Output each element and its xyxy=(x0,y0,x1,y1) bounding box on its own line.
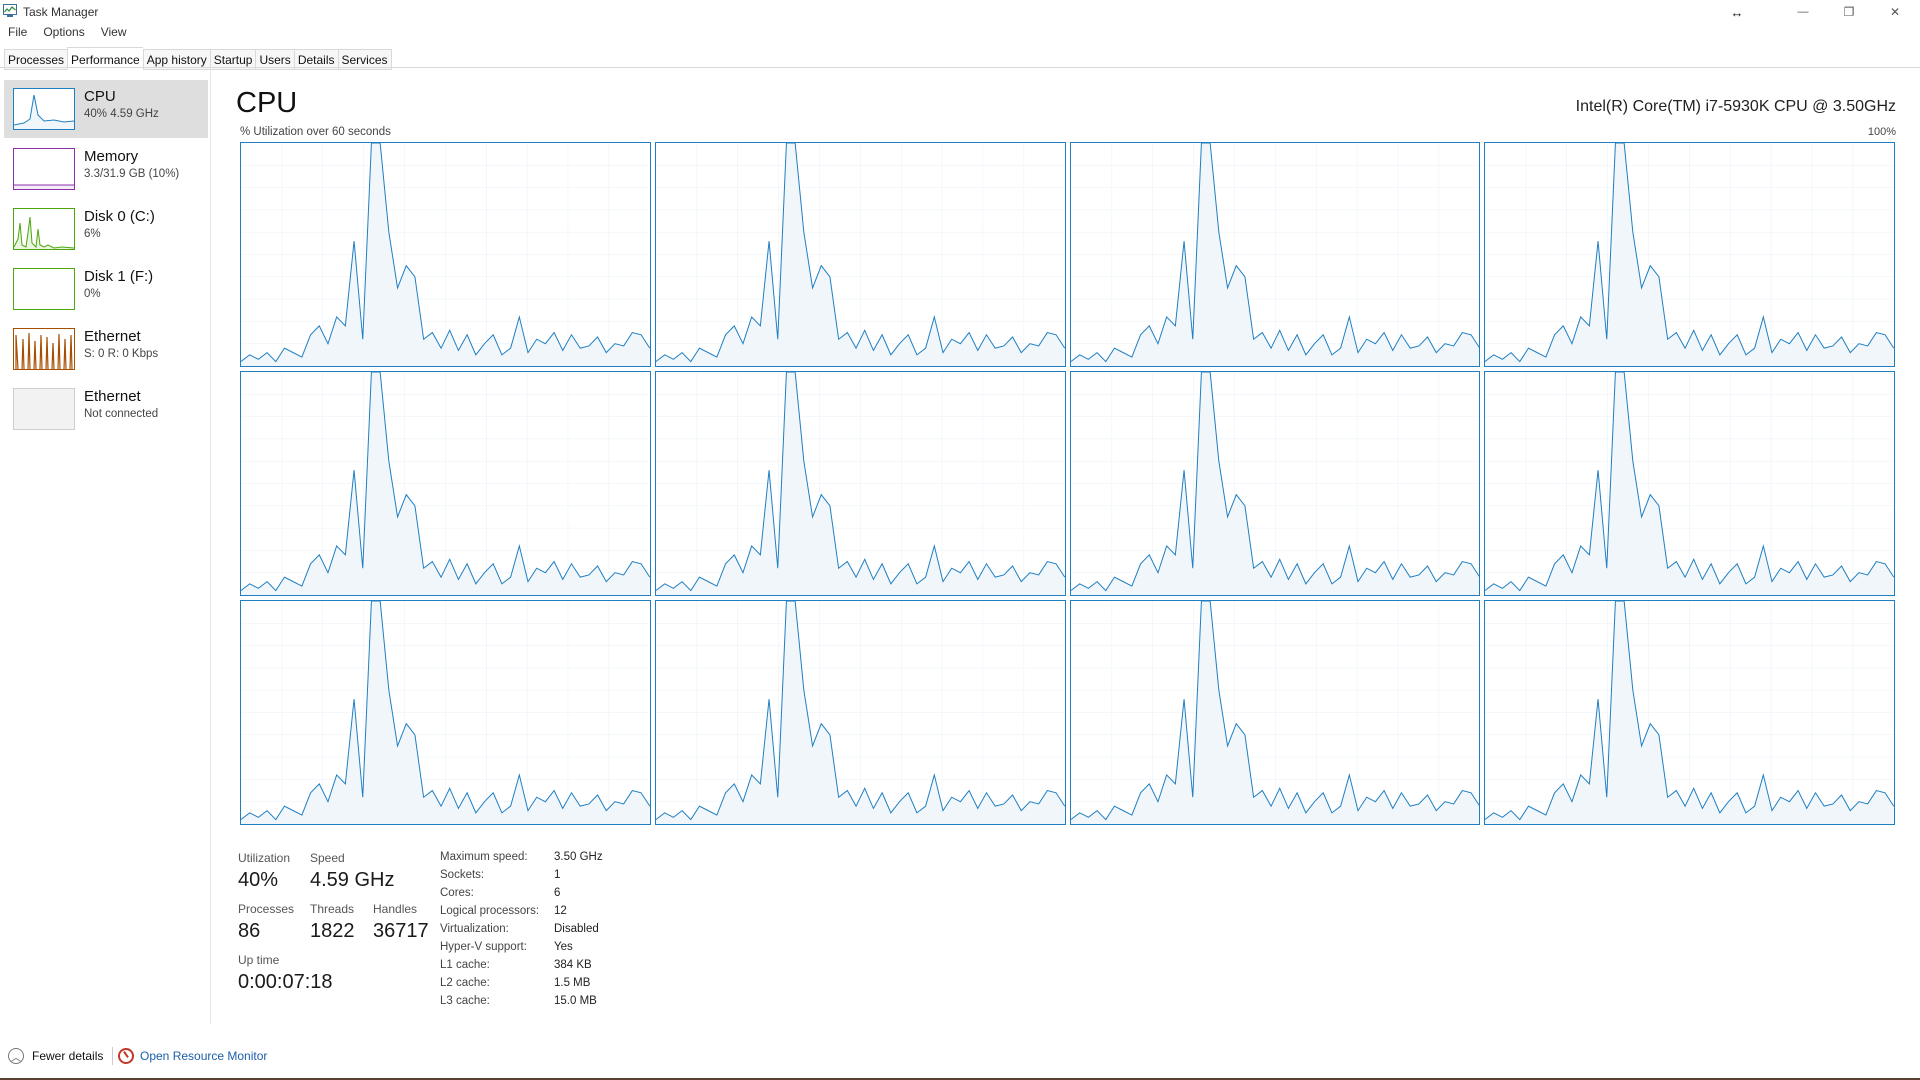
info-value: 1 xyxy=(554,869,561,881)
sidebar-item-title: Disk 1 (F:) xyxy=(84,268,154,285)
info-label: Virtualization: xyxy=(440,923,509,935)
sidebar-item-memory[interactable]: Memory 3.3/31.9 GB (10%) xyxy=(4,140,208,198)
memory-thumbnail xyxy=(13,148,75,190)
open-resource-monitor-link[interactable]: Open Resource Monitor xyxy=(118,1048,267,1064)
info-value: Disabled xyxy=(554,923,599,935)
utilization-value: 40% xyxy=(238,869,279,891)
logical-processor-graphs xyxy=(240,142,1895,825)
cpu-core-graph-3 xyxy=(1484,142,1895,367)
cpu-core-graph-6 xyxy=(1069,371,1481,596)
cpu-core-graph-5 xyxy=(654,371,1066,596)
sidebar-item-subtitle: 0% xyxy=(84,288,101,300)
info-label: Maximum speed: xyxy=(440,851,528,863)
utilization-label: Utilization xyxy=(238,851,291,865)
speed-value: 4.59 GHz xyxy=(310,869,395,891)
threads-value: 1822 xyxy=(310,920,355,942)
sidebar-item-title: Ethernet xyxy=(84,388,141,405)
uptime-label: Up time xyxy=(238,953,280,967)
resource-monitor-icon xyxy=(118,1048,134,1064)
minimize-button[interactable]: — xyxy=(1780,0,1826,24)
tab-divider xyxy=(0,67,1920,68)
menu-options[interactable]: Options xyxy=(43,25,84,43)
sidebar-item-subtitle: 40% 4.59 GHz xyxy=(84,108,159,120)
sidebar-item-disk-1[interactable]: Disk 1 (F:) 0% xyxy=(4,260,208,318)
info-label: L1 cache: xyxy=(440,959,490,971)
sidebar-item-subtitle: 6% xyxy=(84,228,101,240)
menu-view[interactable]: View xyxy=(101,25,127,43)
info-value: 384 KB xyxy=(554,959,592,971)
sidebar-item-title: Disk 0 (C:) xyxy=(84,208,155,225)
info-value: 12 xyxy=(554,905,567,917)
cpu-core-graph-9 xyxy=(654,600,1066,825)
info-value: 6 xyxy=(554,887,561,899)
cpu-core-graph-7 xyxy=(1484,371,1895,596)
handles-label: Handles xyxy=(373,902,418,916)
info-label: Cores: xyxy=(440,887,474,899)
info-value: 15.0 MB xyxy=(554,995,597,1007)
chevron-up-icon: ︿ xyxy=(8,1048,24,1064)
disk-1-thumbnail xyxy=(13,268,75,310)
sidebar-item-ethernet[interactable]: Ethernet S: 0 R: 0 Kbps xyxy=(4,320,208,378)
cpu-core-graph-4 xyxy=(240,371,651,596)
info-label: L2 cache: xyxy=(440,977,490,989)
sidebar-item-cpu[interactable]: CPU 40% 4.59 GHz xyxy=(4,80,208,138)
speed-label: Speed xyxy=(310,851,345,865)
info-value: Yes xyxy=(554,941,573,953)
sidebar-item-title: Memory xyxy=(84,148,139,165)
max-percent-label: 100% xyxy=(1867,126,1896,138)
cpu-core-graph-11 xyxy=(1484,600,1895,825)
menu-bar: File Options View xyxy=(8,25,127,43)
processes-value: 86 xyxy=(238,920,261,942)
threads-label: Threads xyxy=(310,902,355,916)
resize-arrow-icon: ↔ xyxy=(1730,4,1744,20)
menu-file[interactable]: File xyxy=(8,25,27,43)
cpu-core-graph-10 xyxy=(1069,600,1481,825)
sidebar-item-title: Ethernet xyxy=(84,328,141,345)
info-label: L3 cache: xyxy=(440,995,490,1007)
cpu-core-graph-0 xyxy=(240,142,651,367)
processes-label: Processes xyxy=(238,902,295,916)
task-manager-icon xyxy=(3,4,17,17)
info-label: Sockets: xyxy=(440,869,485,881)
handles-value: 36717 xyxy=(373,920,429,942)
info-label: Hyper-V support: xyxy=(440,941,527,953)
page-title: CPU xyxy=(236,87,298,119)
sidebar-item-ethernet-disconnected[interactable]: Ethernet Not connected xyxy=(4,380,208,438)
cpu-core-graph-1 xyxy=(654,142,1066,367)
info-label: Logical processors: xyxy=(440,905,540,917)
footer-divider xyxy=(112,1047,113,1065)
window-title: Task Manager xyxy=(23,5,99,19)
sidebar-item-subtitle: 3.3/31.9 GB (10%) xyxy=(84,168,180,180)
close-button[interactable]: ✕ xyxy=(1872,0,1918,24)
sidebar-item-disk-0[interactable]: Disk 0 (C:) 6% xyxy=(4,200,208,258)
utilization-caption: % Utilization over 60 seconds xyxy=(240,126,391,138)
ethernet-thumbnail xyxy=(13,328,75,370)
cpu-core-graph-2 xyxy=(1069,142,1481,367)
info-value: 1.5 MB xyxy=(554,977,591,989)
uptime-value: 0:00:07:18 xyxy=(238,971,333,993)
cpu-core-graph-8 xyxy=(240,600,651,825)
cpu-thumbnail xyxy=(13,88,75,130)
resource-monitor-label: Open Resource Monitor xyxy=(140,1049,268,1063)
fewer-details-button[interactable]: ︿ Fewer details xyxy=(8,1048,103,1064)
performance-sidebar: CPU 40% 4.59 GHz Memory 3.3/31.9 GB (10%… xyxy=(0,68,211,1024)
sidebar-item-title: CPU xyxy=(84,88,116,105)
info-value: 3.50 GHz xyxy=(554,851,603,863)
title-bar: Task Manager ↔ — ❐ ✕ xyxy=(0,0,1920,24)
maximize-button[interactable]: ❐ xyxy=(1826,0,1872,24)
cpu-model-name: Intel(R) Core(TM) i7-5930K CPU @ 3.50GHz xyxy=(1575,98,1896,115)
ethernet-disconnected-thumbnail xyxy=(13,388,75,430)
sidebar-item-subtitle: Not connected xyxy=(84,408,159,420)
fewer-details-label: Fewer details xyxy=(32,1049,104,1063)
sidebar-item-subtitle: S: 0 R: 0 Kbps xyxy=(84,348,159,360)
disk-0-thumbnail xyxy=(13,208,75,250)
